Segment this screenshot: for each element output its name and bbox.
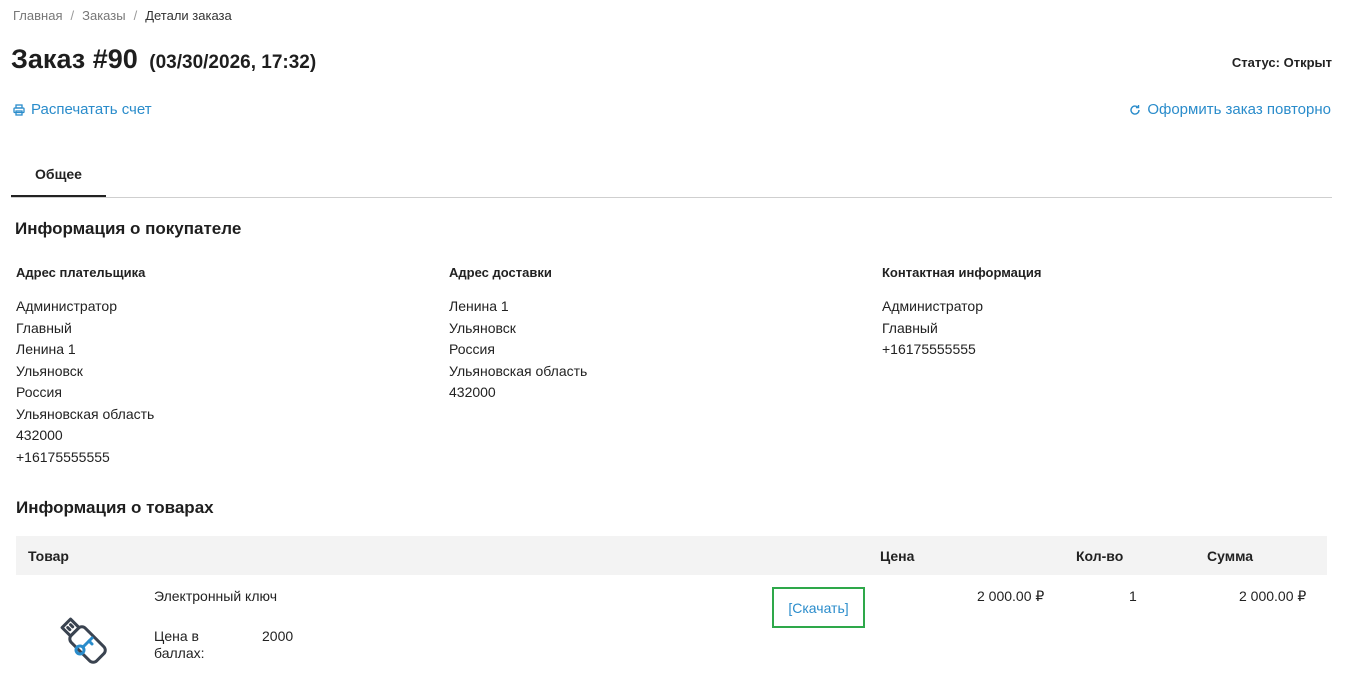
billing-line: Ульяновск [16, 362, 83, 379]
shipping-line: Россия [449, 341, 495, 357]
billing-line: Главный [16, 319, 72, 336]
order-number: Заказ #90 [11, 44, 138, 74]
customer-info-heading: Информация о покупателе [15, 219, 242, 238]
reorder-label: Оформить заказ повторно [1147, 101, 1331, 118]
points-price-value: 2000 [262, 628, 294, 644]
contact-info: Контактная информация Администратор Глав… [882, 265, 1041, 361]
breadcrumb-home[interactable]: Главная [13, 8, 62, 23]
shipping-line: Ленина 1 [449, 298, 509, 314]
tab-bar: Общее [11, 154, 1332, 198]
breadcrumb-current: Детали заказа [145, 8, 232, 23]
page-title: Заказ #90 (03/30/2026, 17:32) [11, 44, 316, 75]
reorder-link[interactable]: Оформить заказ повторно [1129, 101, 1331, 118]
product-price: 2 000.00 ₽ [977, 588, 1045, 604]
breadcrumb-separator: / [70, 8, 75, 23]
breadcrumb-orders[interactable]: Заказы [82, 8, 125, 23]
print-invoice-label: Распечатать счет [31, 101, 152, 118]
order-status: Статус: Открыт [1231, 55, 1332, 70]
contact-line: Администратор [882, 298, 984, 314]
products-info-heading: Информация о товарах [16, 498, 214, 517]
order-date: (03/30/2026, 17:32) [149, 52, 317, 73]
column-quantity: Кол-во [1076, 548, 1124, 564]
refresh-icon [1130, 104, 1141, 115]
product-total: 2 000.00 ₽ [1239, 588, 1307, 604]
download-button[interactable]: [Скачать] [772, 587, 865, 628]
billing-line: Россия [16, 384, 62, 400]
shipping-address-heading: Адрес доставки [449, 265, 552, 280]
shipping-line: Ульяновская область [449, 362, 588, 379]
column-total: Сумма [1207, 548, 1254, 564]
column-price: Цена [880, 548, 915, 564]
breadcrumb-separator: / [133, 8, 138, 23]
product-name[interactable]: Электронный ключ [154, 588, 277, 604]
billing-address-heading: Адрес плательщика [16, 265, 146, 280]
shipping-line: 432000 [449, 384, 496, 400]
column-product: Товар [28, 548, 69, 564]
printer-icon [13, 103, 25, 116]
billing-line: +16175555555 [16, 448, 110, 465]
contact-line: Главный [882, 319, 938, 336]
billing-line: Ленина 1 [16, 341, 76, 357]
product-quantity: 1 [1129, 588, 1137, 604]
shipping-address: Адрес доставки Ленина 1 Ульяновск Россия… [449, 265, 587, 404]
contact-info-heading: Контактная информация [882, 265, 1042, 280]
billing-address: Адрес плательщика Администратор Главный … [16, 265, 154, 468]
points-price-label: Цена в баллах: [154, 628, 205, 661]
breadcrumb: Главная / Заказы / Детали заказа [13, 8, 232, 23]
usb-key-icon [60, 617, 107, 664]
billing-line: 432000 [16, 427, 63, 443]
download-label: [Скачать] [788, 599, 849, 616]
shipping-line: Ульяновск [449, 319, 516, 336]
billing-line: Ульяновская область [16, 405, 155, 422]
tab-general[interactable]: Общее [11, 154, 106, 197]
products-table-header: Товар Цена Кол-во Сумма [16, 536, 1327, 575]
print-invoice-link[interactable]: Распечатать счет [13, 101, 152, 118]
billing-line: Администратор [16, 298, 118, 314]
contact-line: +16175555555 [882, 341, 976, 357]
